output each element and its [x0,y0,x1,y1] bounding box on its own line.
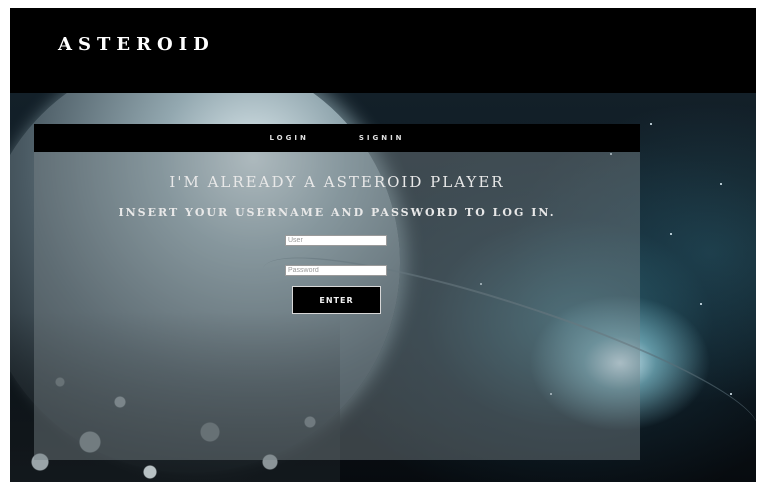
page-frame: ASTEROID LOGIN SIGNIN I'M ALREADY A ASTE… [10,8,756,482]
star [670,233,672,235]
login-subtitle: INSERT YOUR USERNAME AND PASSWORD TO LOG… [118,206,556,219]
star [720,183,722,185]
password-input[interactable] [285,265,387,276]
tab-bar: LOGIN SIGNIN [34,124,640,152]
brand-logo: ASTEROID [58,34,215,55]
tab-signin[interactable]: SIGNIN [359,134,405,142]
tab-login[interactable]: LOGIN [269,134,308,142]
login-title: I'M ALREADY A ASTEROID PLAYER [169,173,505,191]
star [700,303,702,305]
star [650,123,652,125]
enter-button[interactable]: ENTER [292,286,381,314]
user-input[interactable] [285,235,387,246]
star [730,393,732,395]
login-panel: LOGIN SIGNIN I'M ALREADY A ASTEROID PLAY… [34,124,640,460]
header-bar: ASTEROID [10,8,756,93]
